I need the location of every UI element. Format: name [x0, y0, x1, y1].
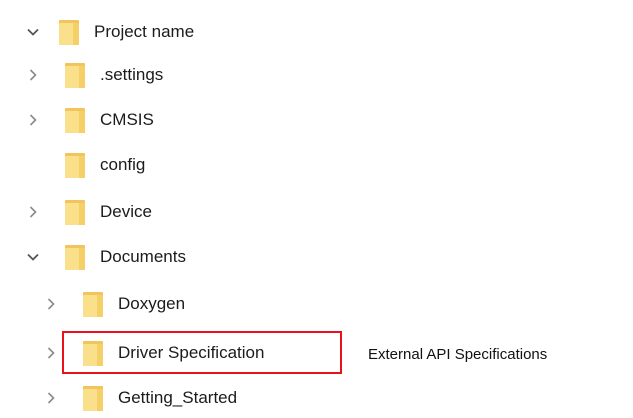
tree-item-getting-started[interactable]: Getting_Started: [42, 378, 237, 418]
tree-item-project-name[interactable]: Project name: [24, 12, 194, 52]
chevron-right-icon[interactable]: [42, 344, 60, 362]
chevron-right-icon[interactable]: [42, 295, 60, 313]
tree-item-label: CMSIS: [100, 110, 154, 129]
tree-item-config[interactable]: config: [24, 145, 145, 185]
tree-item-documents[interactable]: Documents: [24, 237, 186, 277]
folder-icon: [64, 242, 86, 272]
chevron-right-icon[interactable]: [42, 389, 60, 407]
chevron-right-icon[interactable]: [24, 66, 42, 84]
folder-icon: [64, 150, 86, 180]
tree-item-label: Project name: [94, 22, 195, 41]
chevron-right-icon[interactable]: [24, 111, 42, 129]
tree-item-label: Getting_Started: [118, 388, 238, 407]
folder-icon: [64, 60, 86, 90]
annotation-label: External API Specifications: [368, 346, 548, 363]
folder-icon: [82, 289, 104, 319]
chevron-right-icon[interactable]: [24, 203, 42, 221]
tree-item-label: .settings: [100, 65, 164, 84]
highlight-box: [62, 331, 342, 374]
folder-icon: [82, 383, 104, 413]
tree-item-cmsis[interactable]: CMSIS: [24, 100, 154, 140]
tree-item-label: config: [100, 155, 146, 174]
folder-tree: Project name .settings CMSIS config Devi…: [0, 0, 633, 415]
folder-icon: [64, 105, 86, 135]
folder-icon: [58, 17, 80, 47]
chevron-down-icon[interactable]: [24, 23, 42, 41]
tree-item-doxygen[interactable]: Doxygen: [42, 284, 185, 324]
folder-icon: [64, 197, 86, 227]
tree-item-label: Documents: [100, 247, 186, 266]
tree-item-device[interactable]: Device: [24, 192, 152, 232]
tree-item-label: Doxygen: [118, 294, 186, 313]
tree-item-settings[interactable]: .settings: [24, 55, 163, 95]
chevron-down-icon[interactable]: [24, 248, 42, 266]
tree-item-label: Device: [100, 202, 152, 221]
